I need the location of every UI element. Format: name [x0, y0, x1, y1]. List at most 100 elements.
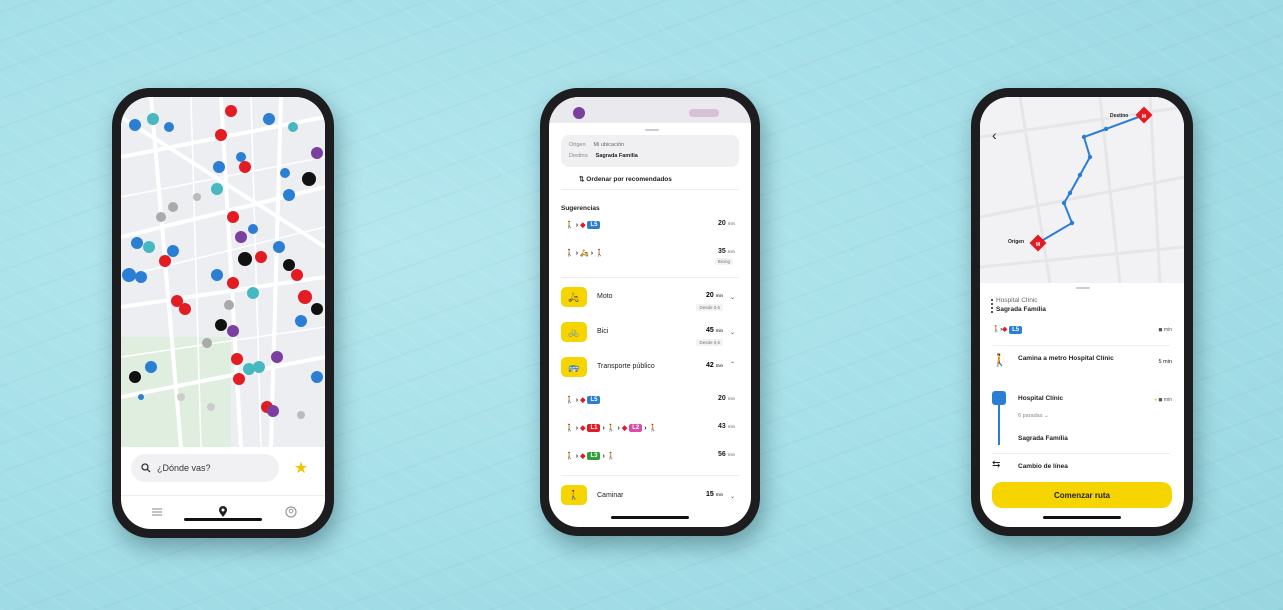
walk-icon: 🚶: [595, 250, 604, 257]
mode-sub: Desde 0,5: [696, 339, 723, 346]
origin-value: Mi ubicación: [593, 142, 625, 148]
walk-icon: 🚶: [992, 353, 1007, 367]
origin-destination-connector: [991, 299, 995, 313]
mode-time[interactable]: 15 min: [706, 491, 723, 498]
from-label: Hospital Clínic: [996, 297, 1038, 304]
search-bar[interactable]: ¿Dónde vas?: [131, 454, 279, 482]
minutes-unit: min: [727, 424, 735, 429]
mode-sub: Desde 0,5: [696, 304, 723, 311]
chevron-up-icon[interactable]: ⌃: [730, 361, 735, 368]
walk-icon: 🚶: [565, 453, 574, 460]
line-change-icon: ⇆: [992, 459, 1001, 470]
list-icon[interactable]: [149, 504, 165, 520]
search-icon: [141, 463, 151, 473]
mode-name: Bici: [597, 328, 609, 335]
transit-option-row[interactable]: 🚶 › ◆ L3 › 🚶 56 min: [561, 446, 739, 468]
chevron-down-icon[interactable]: ⌄: [730, 294, 735, 301]
divider: [561, 189, 739, 190]
mode-minutes: 15: [705, 491, 714, 498]
divider: [561, 475, 739, 476]
mode-name: Transporte público: [597, 363, 655, 370]
city-map[interactable]: [121, 97, 325, 448]
destination-value: Sagrada Família: [595, 153, 638, 159]
walk-icon: 🚶: [565, 250, 574, 257]
option-minutes: 20: [717, 395, 726, 402]
walk-icon: 🚶: [606, 453, 616, 460]
map-peek: [549, 97, 751, 123]
phone-route-detail: M M Origen Destino ‹ Hospital Clínic Sag…: [971, 88, 1193, 536]
suggestion-row[interactable]: 🚶 › 🛵 › 🚶 35 min Bicing: [561, 243, 739, 265]
route-map[interactable]: M M Origen Destino: [980, 97, 1184, 284]
destination-stop-label: Destino: [1110, 113, 1128, 119]
mode-minutes: 45: [705, 327, 714, 334]
line-badge: L5: [587, 396, 601, 404]
minutes-unit: min: [727, 396, 735, 401]
mode-time[interactable]: 45 min: [706, 327, 723, 334]
chevron-down-icon[interactable]: ⌄: [730, 329, 735, 336]
metro-stop-from: Hospital Clínic: [1018, 395, 1064, 402]
star-icon[interactable]: ★: [286, 454, 316, 482]
minutes-unit: min: [727, 221, 735, 226]
walk-step-text: Camina a metro Hospital Clínic: [1018, 355, 1114, 362]
walk-step-minutes: 5 min: [1158, 359, 1172, 365]
sort-label: Ordenar por recomendados: [586, 176, 672, 183]
route-summary: 🚶›◆ L5: [992, 325, 1023, 334]
minutes-unit: min: [715, 293, 723, 298]
mode-time[interactable]: 42 min: [706, 362, 723, 369]
walk-icon: 🚶: [565, 222, 574, 229]
origin-destination-box[interactable]: Origen Mi ubicación Destino Sagrada Famíli…: [561, 135, 739, 167]
home-indicator: [1043, 516, 1121, 519]
line-badge: L5: [587, 221, 601, 229]
minutes-unit: min: [727, 452, 735, 457]
divider: [992, 453, 1170, 454]
line-badge: L1: [587, 424, 601, 432]
screen-route-detail: M M Origen Destino ‹ Hospital Clínic Sag…: [980, 97, 1184, 527]
start-route-button[interactable]: Comenzar ruta: [992, 482, 1172, 508]
walk-icon: 🚶: [606, 425, 616, 432]
sheet-handle[interactable]: [1076, 287, 1090, 289]
minutes-unit: min: [727, 249, 735, 254]
scooter-icon: 🛵: [580, 250, 589, 257]
option-minutes: 43: [717, 423, 726, 430]
origin-stop-label: Origen: [1008, 239, 1024, 245]
sheet-handle[interactable]: [645, 129, 659, 131]
stops-toggle[interactable]: 6 paradas ⌄: [1018, 413, 1049, 419]
route-map-drawing: M M Origen Destino: [980, 97, 1184, 284]
mode-minutes: 20: [705, 292, 714, 299]
svg-text:M: M: [1036, 242, 1040, 248]
mode-time[interactable]: 20 min: [706, 292, 723, 299]
screen-map: ¿Dónde vas? ★: [121, 97, 325, 529]
back-arrow-icon[interactable]: ‹: [992, 127, 997, 143]
metro-icon: ◆: [580, 222, 586, 229]
home-indicator: [611, 516, 689, 519]
line-badge: L3: [587, 452, 601, 460]
transit-option-row[interactable]: 🚶 › ◆ L1 › 🚶 › ◆ L2 › 🚶 43 min: [561, 418, 739, 440]
metro-line-track: [998, 405, 1000, 445]
to-label: Sagrada Família: [996, 306, 1046, 313]
sort-button[interactable]: ⇅ Ordenar por recomendados: [579, 175, 672, 183]
metro-icon: ◆: [580, 425, 586, 432]
bus-icon: 🚌: [561, 357, 587, 377]
transit-option-row[interactable]: 🚶 › ◆ L5 20 min: [561, 390, 739, 412]
svg-text:M: M: [1142, 114, 1146, 120]
mode-minutes: 42: [705, 362, 714, 369]
mode-name: Moto: [597, 293, 613, 300]
walk-icon: 🚶: [565, 397, 574, 404]
suggestion-row[interactable]: 🚶 › ◆ L5 20 min: [561, 215, 739, 237]
minutes-unit: min: [715, 492, 723, 497]
metro-icon: ◆: [580, 453, 586, 460]
realtime-icon: ● ◼ min: [1153, 397, 1172, 403]
chevron-down-icon[interactable]: ⌄: [730, 493, 735, 500]
phone-route-options: Origen Mi ubicación Destino Sagrada Famíli…: [540, 88, 760, 536]
screen-route-options: Origen Mi ubicación Destino Sagrada Famíli…: [549, 97, 751, 527]
stops-count: 6 paradas: [1018, 413, 1043, 419]
line-change-label: Cambio de línea: [1018, 463, 1068, 470]
phone-map-view: ¿Dónde vas? ★: [112, 88, 334, 538]
walk-icon: 🚶: [648, 425, 658, 432]
divider: [561, 277, 739, 278]
metro-line-icon: [992, 391, 1006, 405]
profile-icon[interactable]: [283, 504, 299, 520]
bike-icon: 🚲: [561, 322, 587, 342]
suggestions-title: Sugerencias: [561, 205, 600, 212]
suggestion-sub: Bicing: [714, 258, 733, 265]
